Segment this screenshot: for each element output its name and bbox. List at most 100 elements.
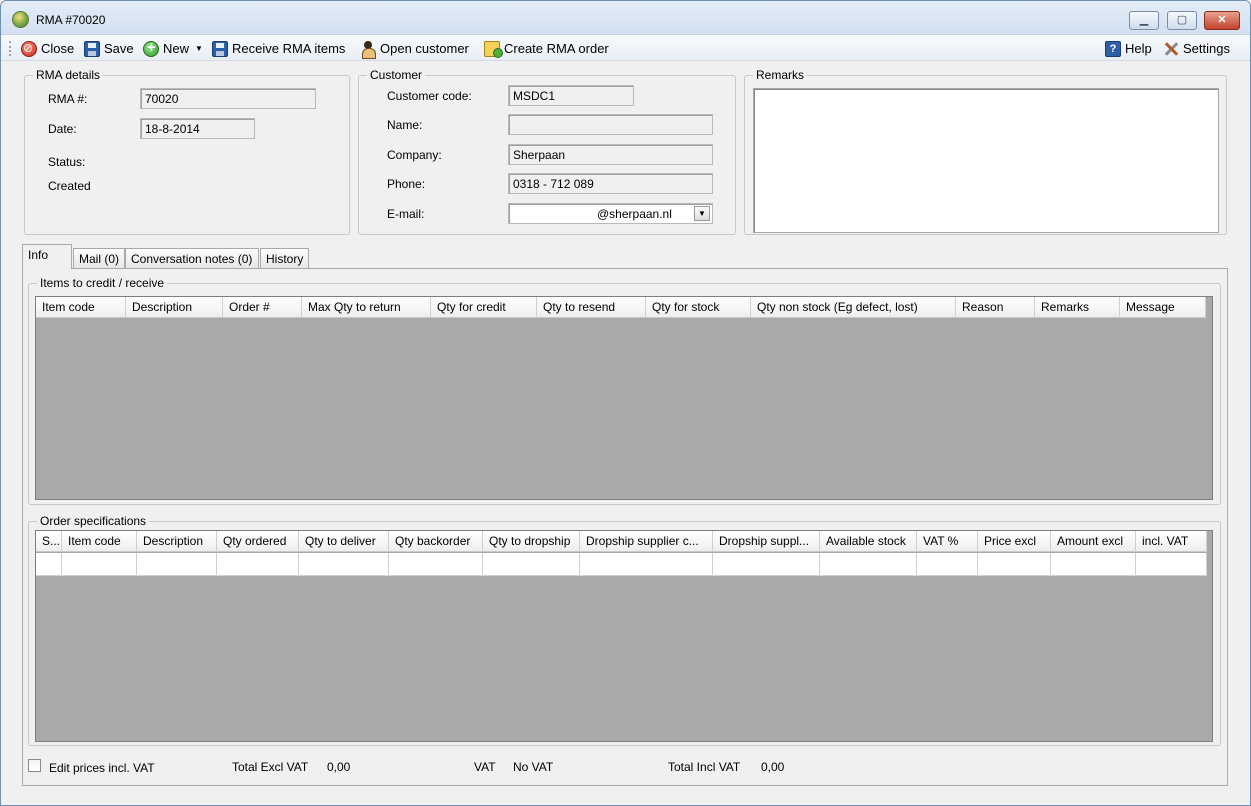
- edit-prices-incl-vat-label: Edit prices incl. VAT: [49, 761, 155, 775]
- minimize-icon: ▁: [1139, 14, 1149, 26]
- tab-mail[interactable]: Mail (0): [73, 248, 125, 268]
- column-header[interactable]: Description: [126, 297, 223, 318]
- status-value: Created: [48, 179, 91, 193]
- new-button[interactable]: New ▼: [143, 39, 203, 58]
- column-header[interactable]: Price excl: [978, 531, 1051, 552]
- toolbar: Close Save New ▼ Receive RMA items Open …: [1, 35, 1250, 61]
- folder-add-icon: [484, 40, 503, 58]
- column-header[interactable]: VAT %: [917, 531, 978, 552]
- chevron-down-icon[interactable]: ▼: [694, 206, 710, 221]
- table-row[interactable]: [36, 553, 1207, 576]
- column-header[interactable]: Reason: [956, 297, 1035, 318]
- column-header[interactable]: Qty to deliver: [299, 531, 389, 552]
- maximize-icon: ▢: [1176, 14, 1188, 26]
- table-cell[interactable]: [580, 553, 713, 576]
- column-header[interactable]: Qty non stock (Eg defect, lost): [751, 297, 956, 318]
- receive-rma-items-button[interactable]: Receive RMA items: [212, 39, 345, 58]
- column-header[interactable]: incl. VAT: [1136, 531, 1207, 552]
- table-cell[interactable]: [299, 553, 389, 576]
- close-button[interactable]: Close: [21, 39, 74, 58]
- total-incl-vat-value: 0,00: [761, 760, 785, 774]
- column-header[interactable]: S...: [36, 531, 62, 552]
- minimize-button[interactable]: ▁: [1129, 11, 1159, 30]
- table-cell[interactable]: [820, 553, 917, 576]
- column-header[interactable]: Item code: [36, 297, 126, 318]
- rma-number-field[interactable]: 70020: [140, 88, 316, 109]
- close-icon: ✕: [1217, 14, 1227, 26]
- items-to-credit-legend: Items to credit / receive: [37, 276, 168, 290]
- column-header[interactable]: Qty for stock: [646, 297, 751, 318]
- remarks-textarea[interactable]: [753, 88, 1219, 233]
- table-cell[interactable]: [137, 553, 217, 576]
- rma-details-group: RMA details RMA #: 70020 Date: 18-8-2014…: [24, 68, 350, 235]
- new-button-label: New: [163, 41, 190, 56]
- open-customer-button[interactable]: Open customer: [360, 39, 469, 59]
- window-title: RMA #70020: [36, 13, 106, 27]
- order-specifications-legend: Order specifications: [37, 514, 150, 528]
- customer-code-field[interactable]: MSDC1: [508, 85, 634, 106]
- email-value: @sherpaan.nl: [597, 207, 672, 221]
- phone-field[interactable]: 0318 - 712 089: [508, 173, 713, 194]
- table-cell[interactable]: [978, 553, 1051, 576]
- table-cell[interactable]: [389, 553, 483, 576]
- column-header[interactable]: Dropship suppl...: [713, 531, 820, 552]
- table-cell[interactable]: [483, 553, 580, 576]
- toolbar-grip-icon[interactable]: [9, 41, 12, 56]
- name-label: Name:: [387, 118, 423, 132]
- column-header[interactable]: Qty backorder: [389, 531, 483, 552]
- settings-button-label: Settings: [1183, 41, 1230, 56]
- table-cell[interactable]: [62, 553, 137, 576]
- rma-details-legend: RMA details: [33, 68, 104, 82]
- help-icon: ?: [1105, 40, 1121, 57]
- save-button-label: Save: [104, 41, 134, 56]
- column-header[interactable]: Amount excl: [1051, 531, 1136, 552]
- column-header[interactable]: Qty for credit: [431, 297, 537, 318]
- help-button[interactable]: ? Help: [1105, 39, 1152, 58]
- column-header[interactable]: Max Qty to return: [302, 297, 431, 318]
- tab-history[interactable]: History: [260, 248, 309, 268]
- column-header[interactable]: Order #: [223, 297, 302, 318]
- column-header[interactable]: Dropship supplier c...: [580, 531, 713, 552]
- items-grid[interactable]: Item code Description Order # Max Qty to re…: [35, 296, 1213, 500]
- email-combobox[interactable]: @sherpaan.nl ▼: [508, 203, 713, 224]
- column-header[interactable]: Description: [137, 531, 217, 552]
- status-label: Status:: [48, 155, 86, 169]
- name-field[interactable]: [508, 114, 713, 135]
- email-label: E-mail:: [387, 207, 425, 221]
- total-incl-vat-label: Total Incl VAT: [668, 760, 741, 774]
- column-header[interactable]: Message: [1120, 297, 1206, 318]
- column-header[interactable]: Remarks: [1035, 297, 1120, 318]
- tab-info[interactable]: Info: [22, 244, 72, 269]
- info-tab-panel: Items to credit / receive Item code Descr…: [22, 268, 1228, 786]
- save-button[interactable]: Save: [84, 39, 134, 58]
- edit-prices-incl-vat-checkbox[interactable]: [28, 759, 41, 772]
- help-button-label: Help: [1125, 41, 1152, 56]
- column-header[interactable]: Item code: [62, 531, 137, 552]
- order-grid[interactable]: S... Item code Description Qty ordered Qty t…: [35, 530, 1213, 742]
- tab-conversation-notes[interactable]: Conversation notes (0): [125, 248, 259, 268]
- column-header[interactable]: Qty to resend: [537, 297, 646, 318]
- title-bar: RMA #70020 ▁ ▢ ✕: [1, 1, 1250, 35]
- column-header[interactable]: Qty ordered: [217, 531, 299, 552]
- dropdown-arrow-icon: ▼: [195, 44, 203, 53]
- table-cell[interactable]: [1136, 553, 1207, 576]
- column-header[interactable]: Available stock: [820, 531, 917, 552]
- close-circle-icon: [21, 40, 37, 57]
- person-icon: [360, 40, 376, 59]
- vat-label: VAT: [474, 760, 496, 774]
- maximize-button[interactable]: ▢: [1167, 11, 1197, 30]
- total-excl-vat-value: 0,00: [327, 760, 351, 774]
- window-close-button[interactable]: ✕: [1204, 11, 1240, 30]
- settings-button[interactable]: Settings: [1163, 39, 1230, 58]
- table-cell[interactable]: [917, 553, 978, 576]
- create-rma-order-button[interactable]: Create RMA order: [484, 39, 609, 58]
- table-cell[interactable]: [217, 553, 299, 576]
- plus-circle-icon: [143, 39, 159, 57]
- date-field[interactable]: 18-8-2014: [140, 118, 255, 139]
- column-header[interactable]: Qty to dropship: [483, 531, 580, 552]
- table-cell[interactable]: [713, 553, 820, 576]
- remarks-legend: Remarks: [753, 68, 808, 82]
- table-cell[interactable]: [1051, 553, 1136, 576]
- company-field[interactable]: Sherpaan: [508, 144, 713, 165]
- table-cell[interactable]: [36, 553, 62, 576]
